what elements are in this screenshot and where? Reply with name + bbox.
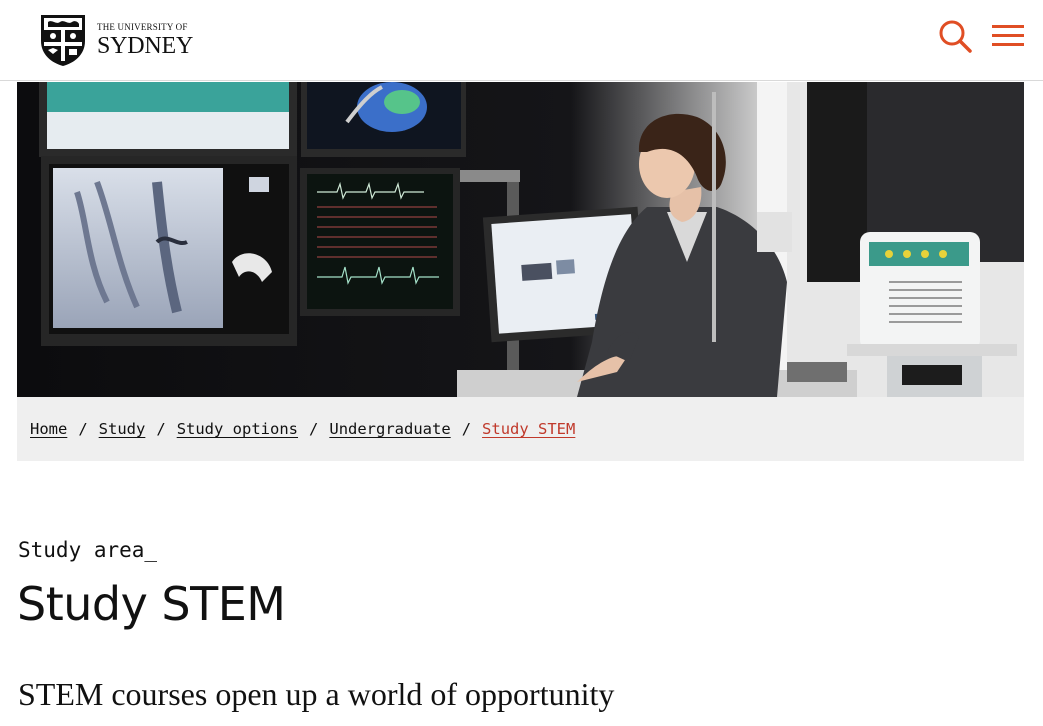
breadcrumb-study-options-link[interactable]: Study options: [177, 420, 298, 438]
menu-button[interactable]: [991, 21, 1025, 51]
hero-illustration: [17, 82, 1024, 397]
study-area-eyebrow: Study area_: [18, 538, 158, 562]
breadcrumb: Home / Study / Study options / Undergrad…: [17, 397, 1024, 461]
university-wordmark: THE UNIVERSITY OF SYDNEY: [97, 21, 194, 59]
crest-icon: [41, 15, 85, 66]
hero-image: [17, 82, 1024, 397]
breadcrumb-current-page-link[interactable]: Study STEM: [482, 420, 575, 438]
hamburger-menu-icon: [992, 25, 1024, 46]
breadcrumb-home-link[interactable]: Home: [30, 420, 67, 438]
search-button[interactable]: [938, 19, 972, 53]
wordmark-name-line: SYDNEY: [97, 32, 194, 59]
breadcrumb-undergraduate-link[interactable]: Undergraduate: [329, 420, 450, 438]
page-title: Study STEM: [17, 577, 286, 631]
wordmark-university-line: THE UNIVERSITY OF: [97, 21, 188, 32]
breadcrumb-separator: /: [156, 420, 166, 438]
section-heading: STEM courses open up a world of opportun…: [18, 676, 615, 712]
search-icon: [939, 20, 972, 53]
breadcrumb-study-link[interactable]: Study: [99, 420, 146, 438]
breadcrumb-separator: /: [78, 420, 88, 438]
university-logo[interactable]: THE UNIVERSITY OF SYDNEY: [38, 13, 193, 67]
site-header: THE UNIVERSITY OF SYDNEY: [0, 0, 1043, 81]
breadcrumb-separator: /: [461, 420, 472, 438]
breadcrumb-separator: /: [309, 420, 319, 438]
